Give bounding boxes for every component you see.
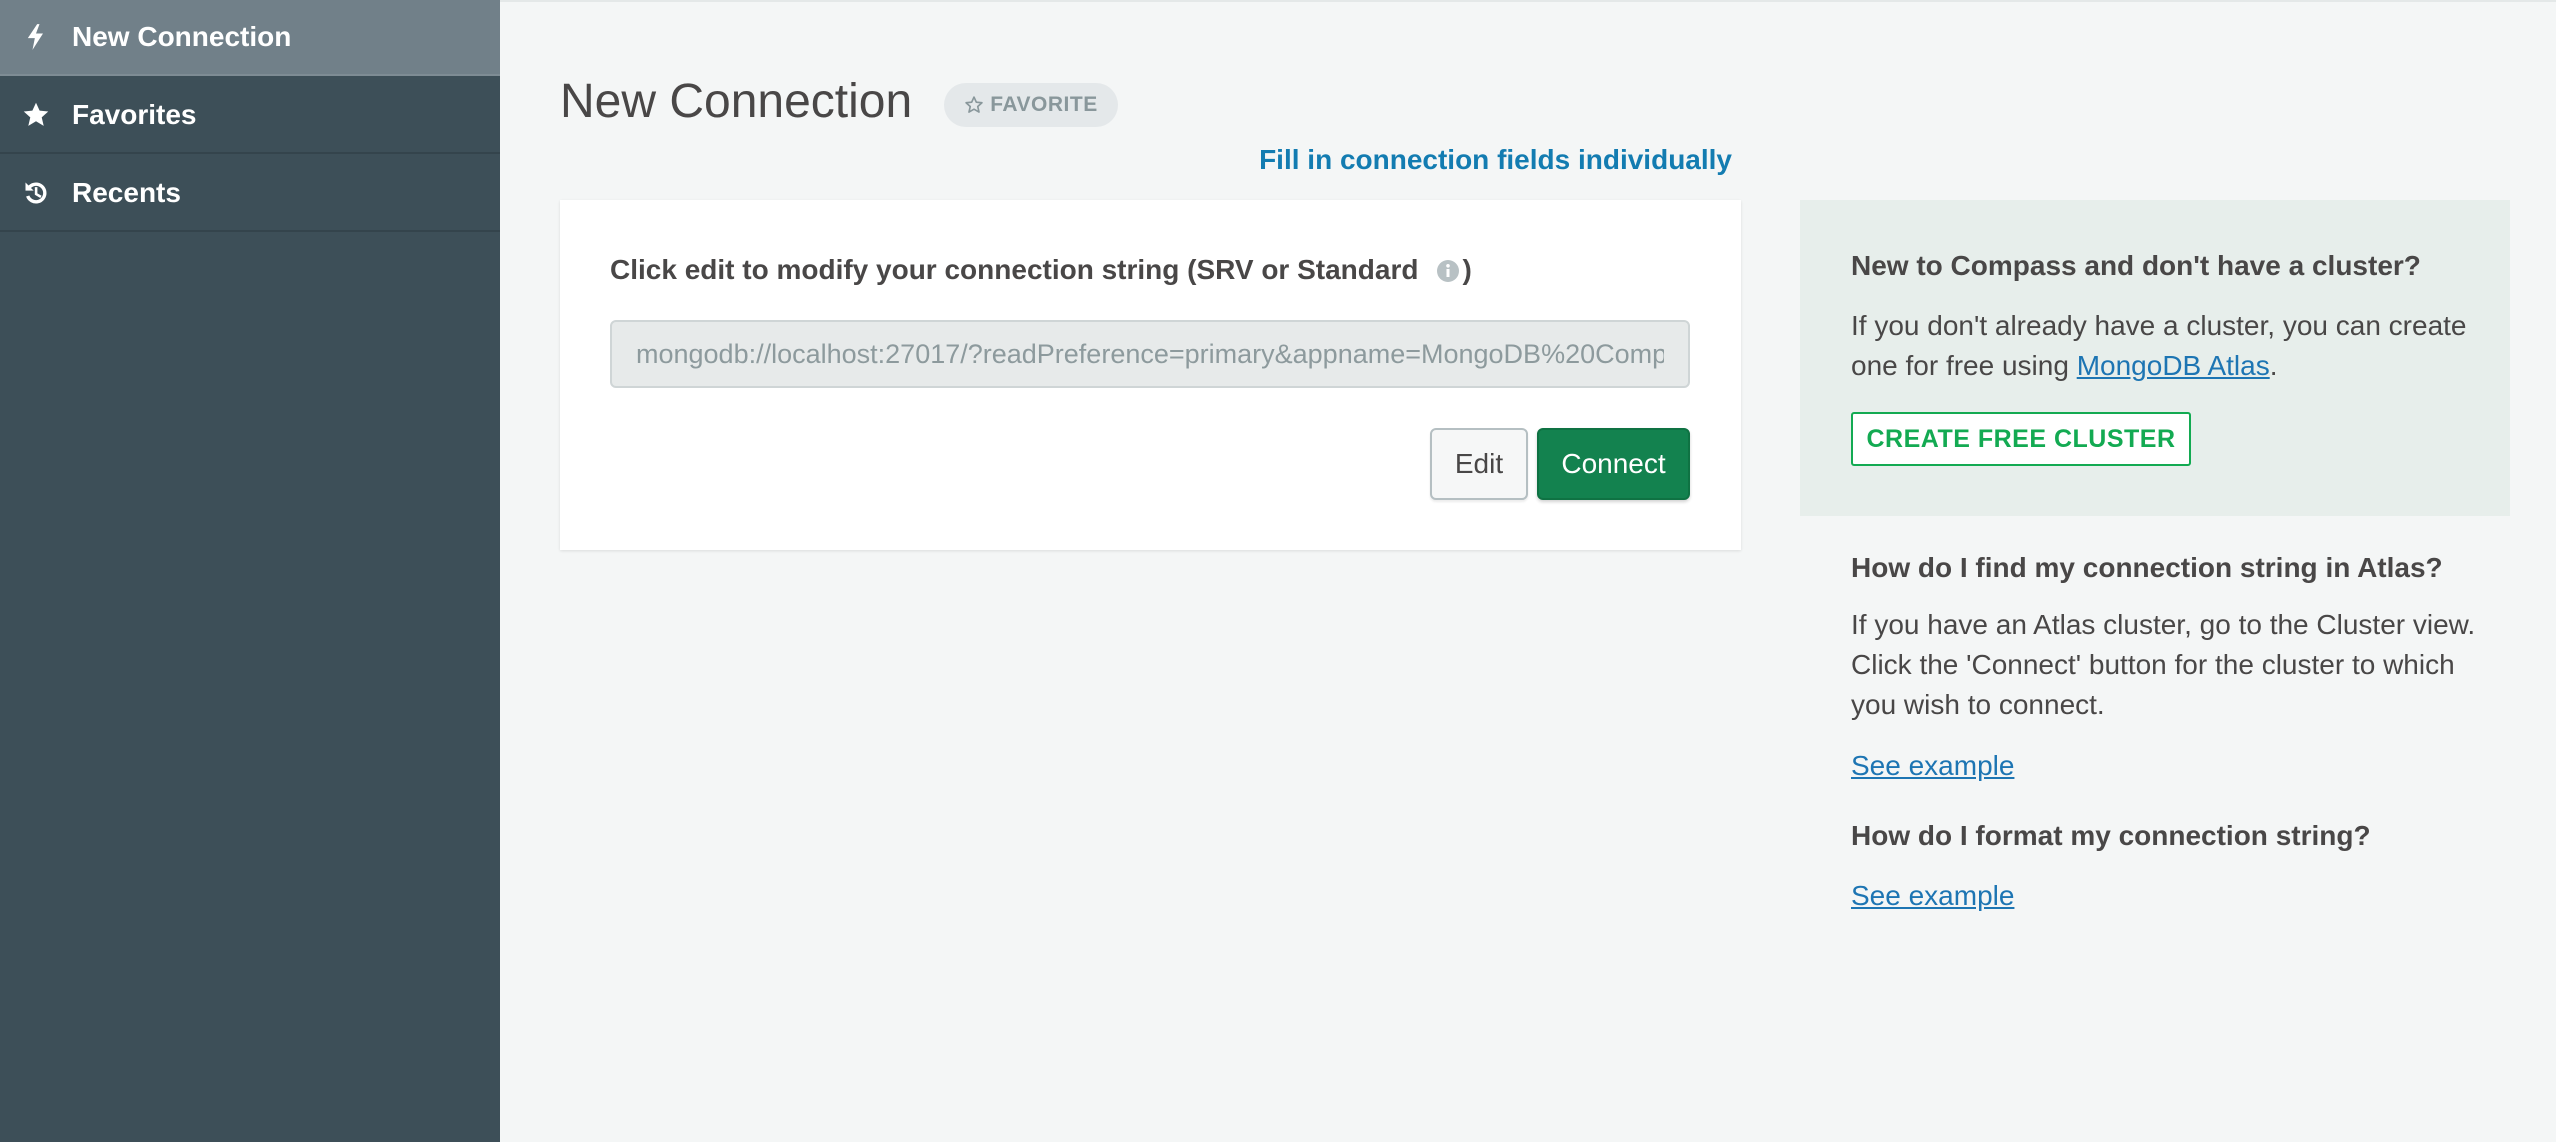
info-icon[interactable]	[1436, 258, 1460, 282]
fill-fields-link[interactable]: Fill in connection fields individually	[1259, 144, 1732, 176]
connection-card: Click edit to modify your connection str…	[560, 200, 1741, 550]
connection-string-label: Click edit to modify your connection str…	[610, 254, 1472, 286]
cluster-help-text: If you don't already have a cluster, you…	[1851, 306, 2491, 386]
connection-string-label-text: Click edit to modify your connection str…	[610, 254, 1419, 285]
favorite-label: FAVORITE	[990, 93, 1098, 116]
history-icon	[22, 179, 50, 207]
star-outline-icon	[965, 96, 984, 113]
format-help-title: How do I format my connection string?	[1851, 820, 2371, 851]
cluster-help-text-end: .	[2269, 350, 2278, 381]
sidebar-item-label: Recents	[72, 177, 181, 208]
main-panel: New Connection FAVORITE Fill in connecti…	[500, 0, 2556, 1142]
sidebar-item-label: Favorites	[72, 99, 197, 130]
atlas-string-help-text: If you have an Atlas cluster, go to the …	[1851, 609, 2476, 720]
format-see-example-link[interactable]: See example	[1851, 880, 2014, 912]
atlas-link[interactable]: MongoDB Atlas	[2077, 350, 2270, 381]
atlas-help-panel: New to Compass and don't have a cluster?…	[1800, 200, 2510, 516]
create-free-cluster-button[interactable]: CREATE FREE CLUSTER	[1851, 412, 2191, 466]
connection-string-input[interactable]	[610, 320, 1690, 388]
favorite-button[interactable]: FAVORITE	[944, 83, 1118, 127]
sidebar: New Connection Favorites Recents	[0, 0, 500, 1142]
cluster-help-title: New to Compass and don't have a cluster?	[1851, 250, 2421, 281]
atlas-string-see-example-link[interactable]: See example	[1851, 750, 2014, 782]
sidebar-item-favorites[interactable]: Favorites	[0, 78, 500, 154]
page-title: New Connection	[560, 75, 913, 128]
bolt-icon	[22, 23, 50, 51]
edit-button[interactable]: Edit	[1430, 428, 1528, 500]
connect-button[interactable]: Connect	[1537, 428, 1690, 500]
sidebar-item-new-connection[interactable]: New Connection	[0, 0, 500, 76]
connection-string-label-close: )	[1462, 254, 1472, 285]
sidebar-item-recents[interactable]: Recents	[0, 156, 500, 232]
atlas-string-help-title: How do I find my connection string in At…	[1851, 552, 2443, 583]
star-icon	[22, 101, 50, 129]
sidebar-item-label: New Connection	[72, 21, 292, 52]
